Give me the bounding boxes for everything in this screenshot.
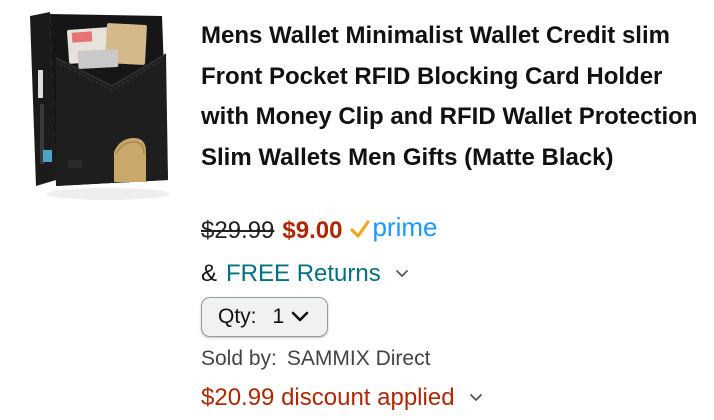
returns-row: & FREE Returns [201, 256, 409, 292]
prime-badge: prime [350, 212, 437, 243]
chevron-down-icon[interactable] [395, 269, 409, 279]
quantity-value: 1 [272, 305, 285, 328]
free-returns-link[interactable]: FREE Returns [226, 260, 381, 288]
chevron-down-icon [291, 311, 309, 323]
product-image[interactable] [16, 10, 174, 210]
seller-name[interactable]: SAMMIX Direct [287, 347, 431, 371]
chevron-down-icon[interactable] [469, 393, 483, 403]
returns-prefix: & [201, 260, 218, 287]
price-row: $29.99 $9.00 prime [201, 211, 437, 251]
product-title[interactable]: Mens Wallet Minimalist Wallet Credit sli… [201, 16, 701, 178]
discount-text: $20.99 discount applied [201, 384, 455, 411]
quantity-dropdown[interactable]: Qty: 1 [201, 297, 328, 337]
discount-row[interactable]: $20.99 discount applied [201, 381, 483, 415]
sold-by-row: Sold by: SAMMIX Direct [201, 344, 430, 374]
wallet-product-image [30, 12, 170, 200]
sale-price: $9.00 [282, 217, 343, 244]
quantity-label: Qty: [218, 305, 257, 328]
list-price: $29.99 [201, 217, 275, 244]
sold-by-label: Sold by: [201, 347, 277, 370]
prime-check-icon [350, 219, 371, 238]
prime-label: prime [372, 211, 438, 242]
